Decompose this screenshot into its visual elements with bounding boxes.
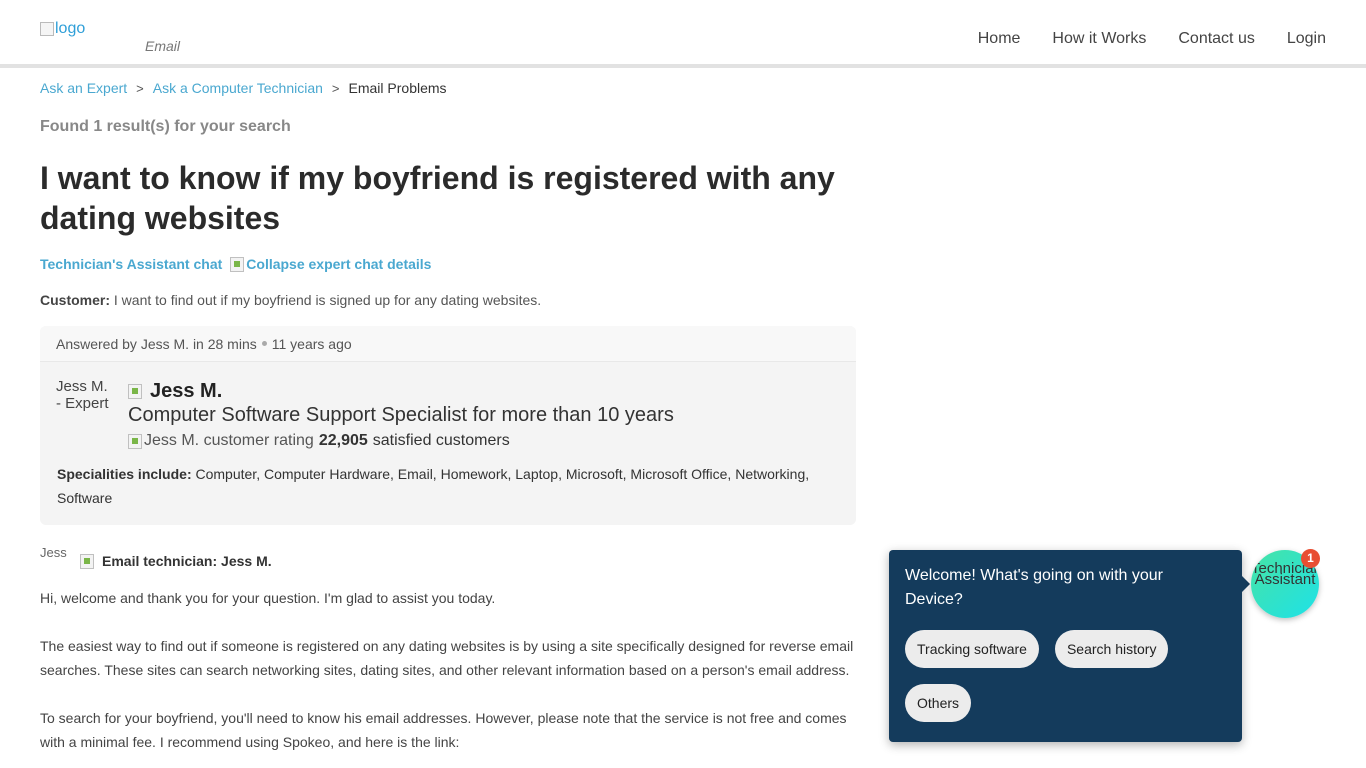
chat-option-search-history[interactable]: Search history [1054,630,1169,668]
expert-specialities: Specialities include: Computer, Computer… [57,462,837,510]
breadcrumb-current: Email Problems [348,80,447,96]
expert-answer-card: Answered by Jess M. in 28 mins 11 years … [40,326,856,525]
nav-how-it-works[interactable]: How it Works [1052,30,1146,48]
page-title: I want to know if my boyfriend is regist… [40,160,835,236]
customer-count: 22,905 [318,432,368,449]
logo-subtitle: Email [145,38,181,54]
expert-name[interactable]: Jess M. [128,380,222,403]
popup-arrow [1242,576,1250,592]
collapse-link-text: Collapse expert chat details [246,256,432,272]
breadcrumb-ask-an-expert[interactable]: Ask an Expert [40,80,127,96]
answer-time: 11 years ago [271,335,352,352]
expert-title: Computer Software Support Specialist for… [128,404,674,426]
dot-separator [261,341,267,346]
nav-contact-us[interactable]: Contact us [1178,30,1254,48]
response-header: Jess Email technician: Jess M. [40,546,272,576]
breadcrumb: Ask an Expert > Ask a Computer Technicia… [40,80,447,96]
expert-avatar: Jess M. - Expert [56,378,109,412]
breadcrumb-ask-computer-technician[interactable]: Ask a Computer Technician [153,80,323,96]
site-header: logo Email Home How it Works Contact us … [0,0,1366,68]
broken-image-icon [40,22,54,36]
responder-label: Email technician: Jess M. [102,553,272,569]
verified-badge-icon [80,553,94,569]
broken-image-icon [230,256,245,272]
chat-options: Tracking software Search history Others [905,630,1235,722]
chat-links: Technician's Assistant chat Collapse exp… [40,256,431,272]
technician-assistant-chat-link[interactable]: Technician's Assistant chat [40,256,222,272]
response-paragraph: Hi, welcome and thank you for your quest… [40,590,496,606]
nav-login[interactable]: Login [1287,30,1326,48]
specialities-label: Specialities include: [57,466,192,482]
response-paragraph: The easiest way to find out if someone i… [40,638,854,678]
nav-home[interactable]: Home [978,30,1021,48]
verified-badge-icon [128,384,142,399]
chat-welcome-message: Welcome! What's going on with your Devic… [905,567,1163,608]
logo-alt-text: logo [55,20,86,37]
response-paragraph: To search for your boyfriend, you'll nee… [40,710,847,750]
rating-alt-text: Jess M. customer rating [144,432,314,449]
search-result-count: Found 1 result(s) for your search [40,118,291,135]
chat-option-others[interactable]: Others [905,684,972,722]
expert-name-text: Jess M. [150,380,223,402]
chat-option-tracking-software[interactable]: Tracking software [905,630,1039,668]
notification-badge: 1 [1301,549,1320,568]
breadcrumb-separator: > [136,80,144,96]
answer-meta: Answered by Jess M. in 28 mins 11 years … [40,326,856,362]
site-logo[interactable]: logo [40,20,85,38]
customer-label: Customer: [40,292,111,308]
main-nav: Home How it Works Contact us Login [978,30,1326,48]
customer-question: Customer: I want to find out if my boyfr… [40,292,541,308]
expert-rating: Jess M. customer rating 22,905 satisfied… [128,432,510,450]
responder-avatar: Jess [40,546,67,560]
rating-stars-icon [128,433,142,449]
breadcrumb-separator: > [331,80,340,96]
collapse-chat-details-link[interactable]: Collapse expert chat details [230,256,431,272]
answered-by: Answered by Jess M. in 28 mins [56,335,257,352]
chat-widget-popup: Welcome! What's going on with your Devic… [889,550,1250,742]
customer-text: I want to find out if my boyfriend is si… [113,292,542,308]
customer-count-suffix: satisfied customers [372,432,510,449]
